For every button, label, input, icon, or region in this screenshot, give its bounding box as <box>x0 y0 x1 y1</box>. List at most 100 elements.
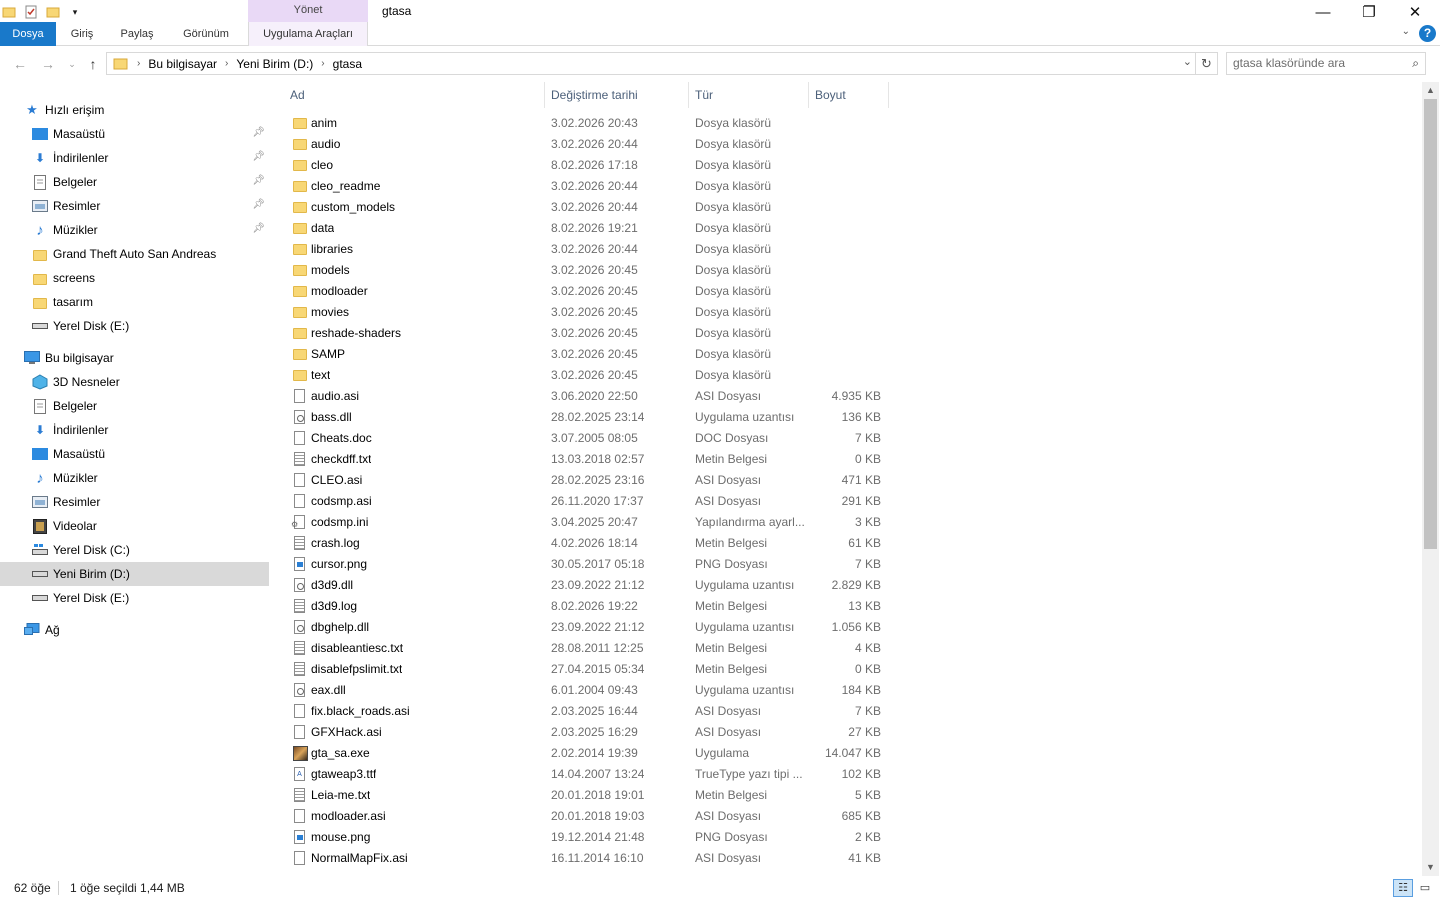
tab-share[interactable]: Paylaş <box>112 22 162 46</box>
pin-icon[interactable]: 📌︎ <box>252 199 265 210</box>
nav-item-pc-documents[interactable]: Belgeler <box>0 394 269 418</box>
breadcrumb-this-pc[interactable]: Bu bilgisayar <box>148 57 217 71</box>
column-header-date[interactable]: Değiştirme tarihi <box>545 82 689 108</box>
file-row[interactable]: codsmp.ini 3.04.2025 20:47 Yapılandırma ay… <box>288 512 888 533</box>
file-row[interactable]: movies 3.02.2026 20:45 Dosya klasörü <box>288 302 888 323</box>
file-row[interactable]: audio 3.02.2026 20:44 Dosya klasörü <box>288 134 888 155</box>
file-row[interactable]: disableantiesc.txt 28.08.2011 12:25 Metin … <box>288 638 888 659</box>
file-row[interactable]: disablefpslimit.txt 27.04.2015 05:34 Metin… <box>288 659 888 680</box>
nav-quick-access[interactable]: ★ Hızlı erişim <box>24 98 269 122</box>
nav-item-3d-objects[interactable]: 3D Nesneler <box>0 370 269 394</box>
back-arrow-icon[interactable]: ← <box>10 54 30 74</box>
file-row[interactable]: Leia-me.txt 20.01.2018 19:01 Metin Belgesi… <box>288 785 888 806</box>
nav-network[interactable]: Ağ <box>24 618 269 642</box>
nav-item-gta-san-andreas[interactable]: Grand Theft Auto San Andreas <box>0 242 269 266</box>
file-row[interactable]: GFXHack.asi 2.03.2025 16:29 ASI Dosyası 27 … <box>288 722 888 743</box>
file-row[interactable]: libraries 3.02.2026 20:44 Dosya klasörü <box>288 239 888 260</box>
scroll-down-arrow-icon[interactable]: ▼ <box>1422 859 1439 876</box>
pin-icon[interactable]: 📌︎ <box>252 151 265 162</box>
pin-icon[interactable]: 📌︎ <box>252 127 265 138</box>
breadcrumb-separator-icon[interactable]: › <box>225 58 228 69</box>
file-row[interactable]: SAMP 3.02.2026 20:45 Dosya klasörü <box>288 344 888 365</box>
minimize-button[interactable]: — <box>1300 0 1346 24</box>
breadcrumb-gtasa[interactable]: gtasa <box>333 57 362 71</box>
file-row[interactable]: cursor.png 30.05.2017 05:18 PNG Dosyası 7 K… <box>288 554 888 575</box>
nav-item-downloads[interactable]: ⬇ İndirilenler 📌︎ <box>0 146 269 170</box>
nav-item-documents[interactable]: Belgeler 📌︎ <box>0 170 269 194</box>
vertical-scrollbar[interactable]: ▲ ▼ <box>1422 82 1439 876</box>
file-row[interactable]: data 8.02.2026 19:21 Dosya klasörü <box>288 218 888 239</box>
file-row[interactable]: CLEO.asi 28.02.2025 23:16 ASI Dosyası 471 K… <box>288 470 888 491</box>
file-row[interactable]: eax.dll 6.01.2004 09:43 Uygulama uzantısı 1… <box>288 680 888 701</box>
restore-button[interactable]: ❐ <box>1346 0 1392 24</box>
nav-item-music[interactable]: ♪ Müzikler 📌︎ <box>0 218 269 242</box>
file-row[interactable]: dbghelp.dll 23.09.2022 21:12 Uygulama uzan… <box>288 617 888 638</box>
details-view-icon[interactable]: ☷ <box>1393 879 1413 897</box>
file-row[interactable]: NormalMapFix.asi 16.11.2014 16:10 ASI Dosy… <box>288 848 888 869</box>
tab-home[interactable]: Giriş <box>60 22 104 46</box>
file-row[interactable]: Cheats.doc 3.07.2005 08:05 DOC Dosyası 7 KB <box>288 428 888 449</box>
file-row[interactable]: audio.asi 3.06.2020 22:50 ASI Dosyası 4.935… <box>288 386 888 407</box>
nav-item-disk-e[interactable]: Yerel Disk (E:) <box>0 586 269 610</box>
expand-ribbon-chevron-icon[interactable]: ⌄ <box>1402 26 1410 37</box>
file-row[interactable]: crash.log 4.02.2026 18:14 Metin Belgesi 61 … <box>288 533 888 554</box>
help-button[interactable]: ? <box>1419 25 1436 42</box>
folder-icon[interactable] <box>0 3 18 21</box>
nav-item-videos[interactable]: Videolar <box>0 514 269 538</box>
file-row[interactable]: bass.dll 28.02.2025 23:14 Uygulama uzantıs… <box>288 407 888 428</box>
nav-item-pc-pictures[interactable]: Resimler <box>0 490 269 514</box>
breadcrumb-separator-icon[interactable]: › <box>321 58 324 69</box>
tab-application-tools[interactable]: Uygulama Araçları <box>248 22 368 46</box>
nav-item-pc-downloads[interactable]: ⬇ İndirilenler <box>0 418 269 442</box>
search-icon[interactable]: ⌕ <box>1412 53 1419 74</box>
file-row[interactable]: modloader.asi 20.01.2018 19:03 ASI Dosyası… <box>288 806 888 827</box>
file-row[interactable]: anim 3.02.2026 20:43 Dosya klasörü <box>288 113 888 134</box>
file-row[interactable]: mouse.png 19.12.2014 21:48 PNG Dosyası 2 KB <box>288 827 888 848</box>
file-row[interactable]: text 3.02.2026 20:45 Dosya klasörü <box>288 365 888 386</box>
address-dropdown-chevron-icon[interactable]: ⌄ <box>1183 55 1192 68</box>
large-icons-view-icon[interactable]: ▭ <box>1415 879 1435 897</box>
close-button[interactable]: ✕ <box>1392 0 1438 24</box>
pin-icon[interactable]: 📌︎ <box>252 223 265 234</box>
tab-view[interactable]: Görünüm <box>172 22 240 46</box>
forward-arrow-icon[interactable]: → <box>38 54 58 74</box>
column-header-name[interactable]: Ad <box>284 82 545 108</box>
address-bar[interactable]: › Bu bilgisayar › Yeni Birim (D:) › gtas… <box>106 52 1196 75</box>
nav-this-pc[interactable]: Bu bilgisayar <box>24 346 269 370</box>
tab-file[interactable]: Dosya <box>0 22 56 46</box>
new-folder-icon[interactable] <box>44 3 62 21</box>
nav-item-disk-c[interactable]: Yerel Disk (C:) <box>0 538 269 562</box>
properties-icon[interactable] <box>22 3 40 21</box>
up-arrow-icon[interactable]: ↑ <box>83 54 103 74</box>
scroll-up-arrow-icon[interactable]: ▲ <box>1422 82 1439 99</box>
file-row[interactable]: cleo 8.02.2026 17:18 Dosya klasörü <box>288 155 888 176</box>
nav-item-pc-desktop[interactable]: Masaüstü <box>0 442 269 466</box>
file-row[interactable]: reshade-shaders 3.02.2026 20:45 Dosya klas… <box>288 323 888 344</box>
file-row[interactable]: d3d9.log 8.02.2026 19:22 Metin Belgesi 13 K… <box>288 596 888 617</box>
nav-item-pc-music[interactable]: ♪ Müzikler <box>0 466 269 490</box>
nav-item-desktop[interactable]: Masaüstü 📌︎ <box>0 122 269 146</box>
file-row[interactable]: gta_sa.exe 2.02.2014 19:39 Uygulama 14.047 … <box>288 743 888 764</box>
file-row[interactable]: Agtaweap3.ttf 14.04.2007 13:24 TrueType ya… <box>288 764 888 785</box>
nav-item-disk-d[interactable]: Yeni Birim (D:) <box>0 562 269 586</box>
pin-icon[interactable]: 📌︎ <box>252 175 265 186</box>
recent-locations-chevron-icon[interactable]: ⌄ <box>62 54 82 74</box>
column-header-size[interactable]: Boyut <box>809 82 889 108</box>
file-row[interactable]: models 3.02.2026 20:45 Dosya klasörü <box>288 260 888 281</box>
file-row[interactable]: codsmp.asi 26.11.2020 17:37 ASI Dosyası 291… <box>288 491 888 512</box>
scroll-thumb[interactable] <box>1424 99 1437 549</box>
refresh-icon[interactable]: ↻ <box>1196 52 1218 75</box>
nav-item-disk-e-quick[interactable]: Yerel Disk (E:) <box>0 314 269 338</box>
breadcrumb-drive-d[interactable]: Yeni Birim (D:) <box>236 57 313 71</box>
file-row[interactable]: fix.black_roads.asi 2.03.2025 16:44 ASI Do… <box>288 701 888 722</box>
nav-item-tasarim[interactable]: tasarım <box>0 290 269 314</box>
nav-item-pictures[interactable]: Resimler 📌︎ <box>0 194 269 218</box>
file-row[interactable]: d3d9.dll 23.09.2022 21:12 Uygulama uzantıs… <box>288 575 888 596</box>
search-input[interactable]: gtasa klasöründe ara ⌕ <box>1226 52 1426 75</box>
file-row[interactable]: checkdff.txt 13.03.2018 02:57 Metin Belges… <box>288 449 888 470</box>
file-row[interactable]: modloader 3.02.2026 20:45 Dosya klasörü <box>288 281 888 302</box>
customize-toolbar-chevron-icon[interactable]: ▾ <box>66 3 84 21</box>
column-header-type[interactable]: Tür <box>689 82 809 108</box>
file-row[interactable]: custom_models 3.02.2026 20:44 Dosya klasör… <box>288 197 888 218</box>
nav-item-screens[interactable]: screens <box>0 266 269 290</box>
